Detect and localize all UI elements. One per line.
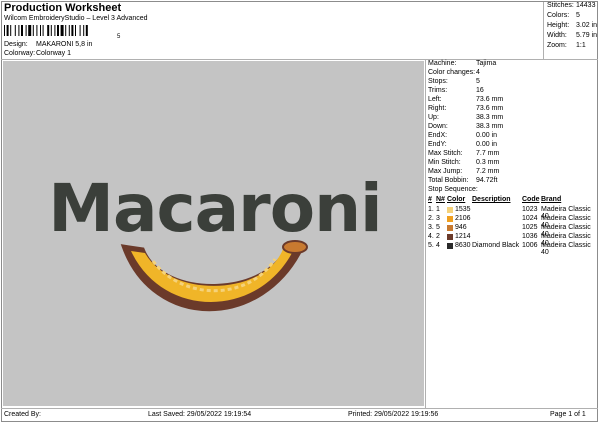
info-label-right: Right:	[428, 105, 447, 112]
design-value: MAKARONI 5,8 in	[36, 41, 93, 48]
seq-color-code: 946	[455, 224, 467, 231]
info-value-machine: Tajima	[476, 60, 497, 67]
info-label-up: Up:	[428, 114, 439, 121]
stat-value-zoom: 1:1	[576, 42, 586, 49]
seq-header-description: Description	[472, 196, 511, 203]
info-label-stops: Stops:	[428, 78, 448, 85]
stat-value-stitches: 14433	[576, 2, 596, 9]
seq-header-color: Color	[447, 196, 466, 203]
stat-label-height: Height:	[547, 22, 570, 29]
design-text: Macaroni	[48, 170, 381, 247]
stat-value-colors: 5	[576, 12, 580, 19]
seq-num: 5.	[428, 242, 434, 249]
design-preview: Macaroni	[3, 61, 424, 406]
seq-brand: Madeira Classic 40	[541, 242, 591, 256]
color-swatch	[447, 243, 453, 249]
info-value-max-jump: 7.2 mm	[476, 168, 500, 175]
software-name: Wilcom EmbroideryStudio – Level 3 Advanc…	[4, 15, 148, 22]
info-value-endy: 0.00 in	[476, 141, 498, 148]
color-swatch	[447, 225, 453, 231]
info-value-up: 38.3 mm	[476, 114, 504, 121]
seq-header-code: Code	[522, 196, 540, 203]
seq-code: 1025	[522, 224, 538, 231]
seq-needle: 2	[436, 233, 440, 240]
footer-created-by: Created By:	[4, 411, 41, 418]
info-label-max-stitch: Max Stitch:	[428, 150, 463, 157]
stat-label-colors: Colors:	[547, 12, 570, 19]
color-swatch	[447, 234, 453, 240]
macaroni-pasta	[120, 240, 308, 312]
info-label-trims: Trims:	[428, 87, 448, 94]
barcode-digit: 5	[117, 34, 121, 39]
info-value-max-stitch: 7.7 mm	[476, 150, 500, 157]
seq-num: 3.	[428, 224, 434, 231]
info-value-trims: 16	[476, 87, 484, 94]
footer-printed: Printed: 29/05/2022 19:19:56	[348, 411, 439, 418]
info-label-left: Left:	[428, 96, 442, 103]
seq-header-needle: N#	[436, 196, 445, 203]
stats-panel: Stitches: 14433 Colors: 5 Height: 3.02 i…	[543, 2, 599, 60]
info-label-down: Down:	[428, 123, 448, 130]
info-panel: Machine: Tajima Color changes: 4 Stops: …	[425, 60, 599, 408]
stat-value-width: 5.79 in	[576, 32, 598, 39]
seq-color-code: 8630	[455, 242, 471, 249]
info-label-machine: Machine:	[428, 60, 457, 67]
seq-code: 1036	[522, 233, 538, 240]
design-label: Design:	[4, 41, 28, 48]
seq-num: 4.	[428, 233, 434, 240]
seq-color-code: 1214	[455, 233, 471, 240]
color-swatch	[447, 216, 453, 222]
seq-needle: 4	[436, 242, 440, 249]
footer-last-saved: Last Saved: 29/05/2022 19:19:54	[148, 411, 252, 418]
seq-needle: 3	[436, 215, 440, 222]
seq-num: 1.	[428, 206, 434, 213]
info-value-stops: 5	[476, 78, 480, 85]
footer-divider	[1, 408, 598, 409]
stat-label-stitches: Stitches:	[547, 2, 574, 9]
worksheet-title: Production Worksheet	[4, 2, 122, 14]
colorway-value: Colorway 1	[36, 50, 72, 57]
seq-color-code: 1535	[455, 206, 471, 213]
seq-code: 1023	[522, 206, 538, 213]
footer-page: Page 1 of 1	[550, 411, 586, 418]
colorway-label: Colorway:	[4, 50, 36, 57]
info-value-left: 73.6 mm	[476, 96, 504, 103]
info-value-right: 73.6 mm	[476, 105, 504, 112]
info-value-min-stitch: 0.3 mm	[476, 159, 500, 166]
seq-needle: 1	[436, 206, 440, 213]
seq-code: 1006	[522, 242, 538, 249]
stop-sequence-title: Stop Sequence:	[428, 186, 478, 193]
design-preview-svg: Macaroni	[48, 170, 383, 312]
stat-label-width: Width:	[547, 32, 567, 39]
info-label-min-stitch: Min Stitch:	[428, 159, 461, 166]
color-swatch	[447, 207, 453, 213]
seq-header-brand: Brand	[541, 196, 562, 203]
info-value-color-changes: 4	[476, 69, 480, 76]
info-label-color-changes: Color changes:	[428, 69, 476, 76]
info-value-endx: 0.00 in	[476, 132, 498, 139]
info-label-max-jump: Max Jump:	[428, 168, 463, 175]
stat-value-height: 3.02 in	[576, 22, 598, 29]
seq-num: 2.	[428, 215, 434, 222]
barcode: 5	[4, 25, 121, 39]
info-value-total-bobbin: 94.72ft	[476, 177, 498, 184]
seq-needle: 5	[436, 224, 440, 231]
seq-description: Diamond Black	[472, 242, 520, 249]
info-value-down: 38.3 mm	[476, 123, 504, 130]
info-label-total-bobbin: Total Bobbin:	[428, 177, 469, 184]
seq-color-code: 2106	[455, 215, 471, 222]
seq-code: 1024	[522, 215, 538, 222]
info-label-endy: EndY:	[428, 141, 447, 148]
info-label-endx: EndX:	[428, 132, 448, 139]
seq-header-num: #	[428, 196, 432, 203]
stat-label-zoom: Zoom:	[547, 42, 567, 49]
